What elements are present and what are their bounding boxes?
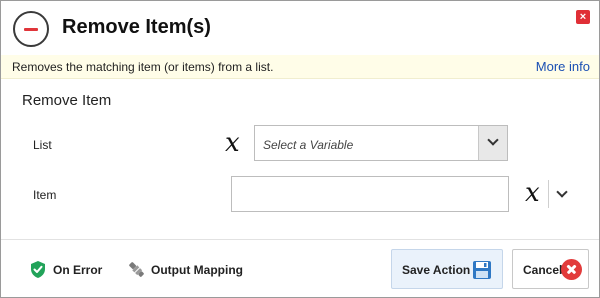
dialog-header: Remove Item(s) × [1, 1, 599, 55]
list-variable-icon[interactable]: x [225, 130, 240, 156]
shield-check-icon[interactable] [29, 260, 47, 279]
floppy-disk-icon [473, 261, 491, 279]
description-bar: Removes the matching item (or items) fro… [1, 55, 599, 79]
chevron-down-icon[interactable] [556, 186, 568, 198]
item-variable-icon[interactable]: x [525, 180, 540, 206]
cancel-button[interactable]: Cancel [512, 249, 589, 289]
description-text: Removes the matching item (or items) fro… [12, 60, 274, 74]
divider [548, 180, 549, 208]
dialog-title: Remove Item(s) [62, 16, 211, 38]
close-icon[interactable]: × [576, 10, 590, 24]
cancel-label: Cancel [523, 263, 563, 277]
save-action-label: Save Action [402, 263, 471, 277]
remove-circle-icon [13, 11, 49, 47]
list-label: List [33, 138, 52, 152]
item-label: Item [33, 188, 57, 202]
chevron-down-icon [487, 134, 499, 146]
output-mapping-link[interactable]: Output Mapping [151, 263, 243, 277]
list-select-placeholder: Select a Variable [263, 138, 354, 152]
list-variable-select[interactable]: Select a Variable [254, 125, 508, 161]
plug-icon[interactable] [127, 260, 146, 279]
list-dropdown-button[interactable] [478, 126, 507, 160]
item-input[interactable] [231, 176, 509, 212]
footer-divider [1, 239, 599, 240]
section-title: Remove Item [22, 92, 112, 109]
remove-items-dialog: Remove Item(s) × Removes the matching it… [0, 0, 600, 298]
more-info-link[interactable]: More info [536, 59, 590, 74]
on-error-link[interactable]: On Error [53, 263, 102, 277]
cancel-x-icon [561, 259, 582, 280]
save-action-button[interactable]: Save Action [391, 249, 503, 289]
